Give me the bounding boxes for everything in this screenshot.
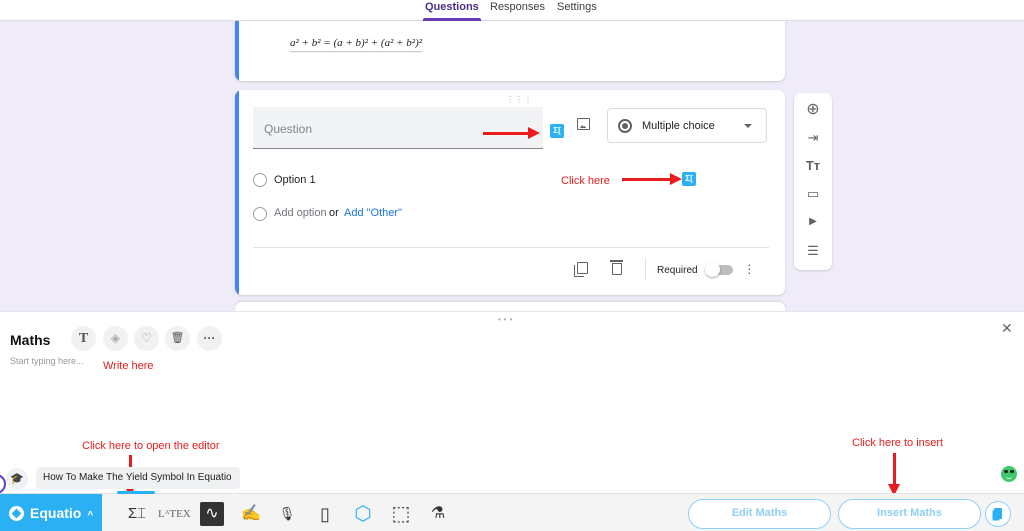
tab-questions[interactable]: Questions bbox=[423, 1, 481, 21]
equatio-option-icon[interactable]: Σ[ bbox=[682, 172, 696, 186]
click-here-annotation: Click here bbox=[561, 175, 610, 187]
chemistry-icon[interactable]: ⚗ bbox=[428, 502, 448, 526]
open-editor-annotation: Click here to open the editor bbox=[82, 440, 220, 452]
import-questions-icon[interactable]: ⇥ bbox=[804, 129, 822, 147]
speech-input-icon[interactable]: 🎙 bbox=[277, 502, 297, 526]
option-radio bbox=[253, 173, 267, 187]
insert-maths-button[interactable]: Insert Maths bbox=[838, 499, 981, 529]
math-input[interactable]: Start typing here... bbox=[10, 356, 84, 366]
equation-card[interactable]: a² + b² = (a + b)² + (a² + b²)² bbox=[235, 21, 785, 81]
active-tool-indicator bbox=[117, 491, 155, 494]
form-tabs: Questions Responses Settings bbox=[0, 0, 1024, 21]
arrow-annotation bbox=[888, 453, 900, 496]
copy-icon[interactable] bbox=[574, 262, 588, 277]
equatio-menu-button[interactable]: Equatio ^ bbox=[0, 494, 102, 531]
tab-settings[interactable]: Settings bbox=[557, 1, 597, 21]
math-editor-icon[interactable]: Σ⌶ bbox=[124, 502, 150, 526]
tab-responses[interactable]: Responses bbox=[490, 1, 545, 21]
more-button[interactable]: ··· bbox=[197, 326, 222, 351]
add-question-icon[interactable]: ⊕ bbox=[804, 101, 822, 119]
delete-icon[interactable] bbox=[610, 260, 623, 275]
fill-color-button[interactable]: ◈ bbox=[103, 326, 128, 351]
form-side-toolbar: ⊕ ⇥ Tт ▭ ▶ ☰ bbox=[794, 93, 832, 270]
add-title-icon[interactable]: Tт bbox=[804, 157, 822, 175]
favorite-button[interactable]: ♡ bbox=[134, 326, 159, 351]
question-type-label: Multiple choice bbox=[642, 120, 715, 132]
arrow-annotation bbox=[483, 127, 540, 139]
equatio-panel: ••• ✕ Maths T ◈ ♡ 🗑 ··· Start typing her… bbox=[0, 311, 1024, 531]
footer-divider bbox=[253, 247, 769, 248]
card-accent bbox=[235, 21, 239, 81]
handwriting-icon[interactable]: ✍ bbox=[239, 502, 263, 526]
add-section-icon[interactable]: ☰ bbox=[804, 242, 822, 260]
latex-editor-icon[interactable]: LᴬTEX bbox=[158, 502, 191, 526]
add-option-button[interactable]: Add option bbox=[274, 207, 327, 219]
3d-mathspace-icon[interactable]: ⬡ bbox=[351, 502, 375, 526]
copy-math-button[interactable] bbox=[985, 501, 1011, 527]
option-1[interactable]: Option 1 bbox=[274, 174, 316, 186]
screenshot-reader-icon[interactable]: ⬚ bbox=[389, 502, 413, 526]
question-input[interactable]: Question bbox=[253, 107, 543, 149]
question-type-select[interactable]: Multiple choice bbox=[607, 108, 767, 143]
add-other-button[interactable]: Add "Other" bbox=[344, 207, 402, 219]
text-style-button[interactable]: T bbox=[71, 326, 96, 351]
footer-separator bbox=[645, 258, 646, 280]
required-label: Required bbox=[657, 265, 698, 276]
feedback-smiley-icon[interactable] bbox=[1001, 466, 1017, 482]
add-video-icon[interactable]: ▶ bbox=[804, 213, 822, 231]
brand-label: Equatio bbox=[30, 505, 82, 521]
add-image-icon[interactable]: ▭ bbox=[804, 185, 822, 203]
panel-resize-handle[interactable]: ••• bbox=[498, 315, 515, 324]
chevron-up-icon: ^ bbox=[87, 510, 94, 521]
equation-image[interactable]: a² + b² = (a + b)² + (a² + b²)² bbox=[290, 37, 422, 51]
radio-icon bbox=[618, 119, 632, 133]
more-vert-icon[interactable]: · · · bbox=[747, 257, 752, 279]
drag-handle-icon[interactable]: ⋮⋮⋮ bbox=[506, 95, 533, 104]
prediction-text[interactable]: How To Make The Yield Symbol In Equatio bbox=[36, 467, 240, 489]
required-toggle[interactable] bbox=[705, 262, 733, 277]
equatio-insert-icon[interactable]: Σ[ bbox=[550, 124, 564, 138]
close-icon[interactable]: ✕ bbox=[1001, 320, 1013, 337]
delete-button[interactable]: 🗑 bbox=[165, 326, 190, 351]
question-card[interactable]: ⋮⋮⋮ Question Σ[ Multiple choice Option 1… bbox=[235, 90, 785, 295]
mobile-icon[interactable]: ▯ bbox=[316, 502, 334, 526]
arrow-annotation bbox=[622, 173, 682, 185]
panel-title: Maths bbox=[10, 332, 51, 348]
graph-editor-icon[interactable]: ∿ bbox=[200, 502, 224, 526]
or-text: or bbox=[329, 207, 339, 219]
graduation-cap-icon: 🎓 bbox=[6, 468, 28, 490]
add-option-radio bbox=[253, 207, 267, 221]
dropdown-caret-icon bbox=[744, 124, 752, 128]
card-accent bbox=[235, 90, 239, 295]
image-icon[interactable] bbox=[577, 118, 590, 130]
write-here-annotation: Write here bbox=[103, 360, 154, 372]
equatio-toolbar: Equatio ^ Σ⌶ LᴬTEX ∿ ✍ 🎙 ▯ ⬡ ⬚ ⚗ Edit Mat… bbox=[0, 491, 1024, 531]
insert-annotation: Click here to insert bbox=[852, 437, 944, 449]
edit-maths-button[interactable]: Edit Maths bbox=[688, 499, 831, 529]
equatio-logo-icon bbox=[9, 506, 24, 521]
